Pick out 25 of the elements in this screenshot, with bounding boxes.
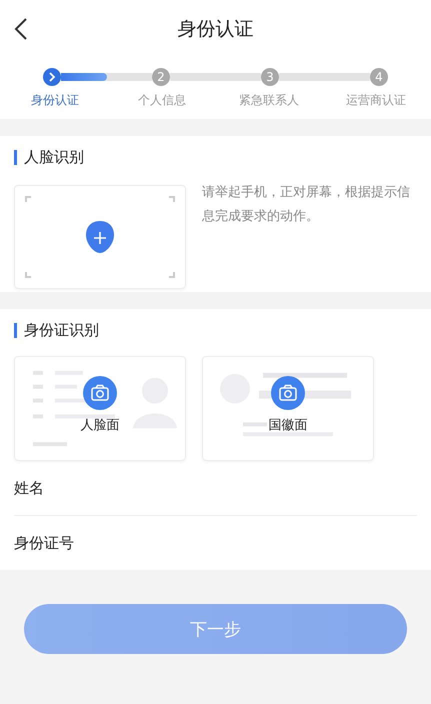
- step-label: 个人信息: [137, 92, 187, 109]
- card-side-label: 国徽面: [268, 416, 308, 434]
- field-label: 姓名: [14, 478, 44, 498]
- page-title: 身份认证: [178, 17, 254, 42]
- form-field[interactable]: 身份证号: [14, 516, 417, 570]
- id-card-upload[interactable]: 国徽面: [202, 356, 374, 461]
- step-label: 身份认证: [30, 92, 80, 109]
- step-label: 紧急联系人: [238, 92, 300, 109]
- section-heading: 身份证识别: [14, 323, 417, 338]
- step-number: 2: [152, 68, 170, 86]
- face-plus-icon: [85, 220, 115, 254]
- face-scan-button[interactable]: [14, 185, 186, 289]
- step-label: 运营商认证: [345, 92, 407, 109]
- camera-icon: [271, 376, 305, 410]
- card-side-label: 人脸面: [80, 416, 120, 434]
- field-label: 身份证号: [14, 534, 74, 552]
- step-number: 3: [261, 68, 279, 86]
- back-icon[interactable]: [14, 17, 28, 41]
- chevron-icon: [48, 72, 56, 82]
- face-instructions: 请举起手机，正对屏幕，根据提示信息完成要求的动作。: [202, 184, 411, 226]
- camera-icon: [83, 376, 117, 410]
- step-number: 4: [370, 68, 388, 86]
- id-card-upload[interactable]: 人脸面: [14, 356, 186, 461]
- form-field[interactable]: 姓名: [14, 461, 417, 516]
- section-heading: 人脸识别: [14, 150, 417, 165]
